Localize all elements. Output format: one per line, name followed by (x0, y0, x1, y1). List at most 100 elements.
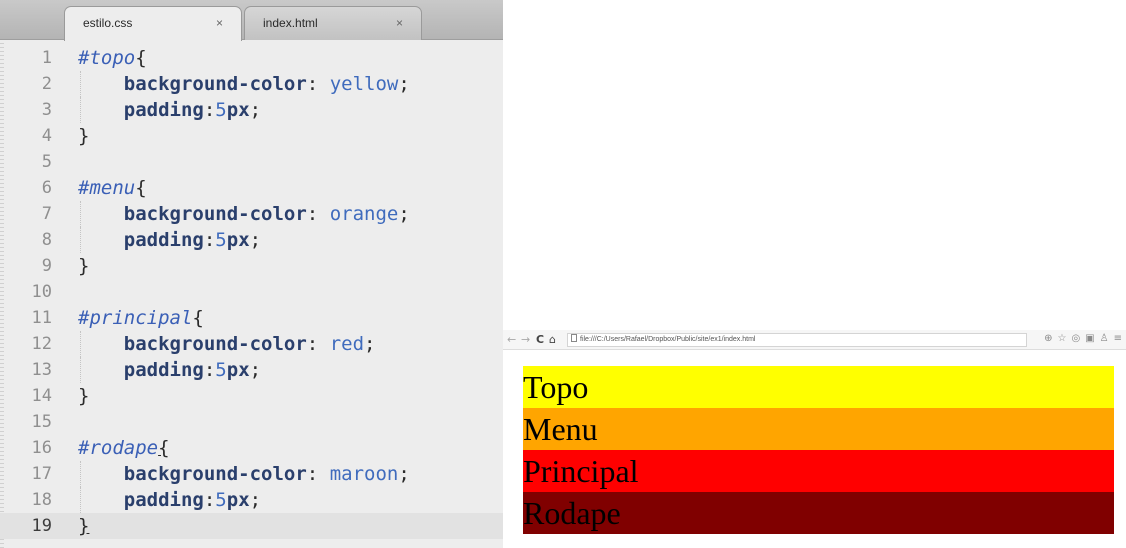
code-line[interactable]: 12 background-color: red; (0, 331, 503, 357)
token-unit: px (226, 489, 250, 511)
home-icon[interactable]: ⌂ (549, 332, 556, 348)
code-line[interactable]: 8 padding:5px; (0, 227, 503, 253)
code-line[interactable]: 16 #rodape{ (0, 435, 503, 461)
code-line[interactable]: 1 #topo{ (0, 45, 503, 71)
line-source: } (78, 123, 89, 149)
code-line[interactable]: 15 (0, 409, 503, 435)
menu-icon[interactable]: ≡ (1114, 333, 1122, 344)
tab-estilo-css[interactable]: estilo.css × (64, 6, 242, 41)
line-source: padding:5px; (78, 97, 261, 123)
code-line[interactable]: 9} (0, 253, 503, 279)
calendar-icon[interactable]: ▣ (1085, 333, 1094, 344)
token-val: orange (329, 203, 399, 225)
token-colon: : (203, 99, 216, 121)
token-brace: { (135, 177, 147, 199)
back-icon[interactable]: ← (507, 332, 516, 348)
line-source: background-color: orange; (78, 201, 410, 227)
token-brace: { (192, 307, 204, 329)
code-line[interactable]: 11 #principal{ (0, 305, 503, 331)
line-number: 14 (31, 386, 52, 406)
close-icon[interactable]: × (396, 16, 403, 30)
star-icon[interactable]: ☆ (1057, 333, 1066, 344)
line-number: 8 (41, 230, 52, 250)
token-num: 5 (215, 229, 227, 251)
token-unit: px (226, 99, 250, 121)
token-prop: padding (123, 99, 204, 121)
tab-bar: estilo.css × index.html × (0, 0, 503, 41)
code-line[interactable]: 6 #menu{ (0, 175, 503, 201)
line-number: 1 (41, 48, 52, 68)
token-val: yellow (329, 73, 399, 95)
reload-icon[interactable]: C (536, 332, 544, 348)
token-colon: ; (398, 203, 410, 225)
token-brace: } (78, 255, 90, 277)
token-colon: ; (364, 333, 376, 355)
line-number: 10 (31, 282, 52, 302)
code-line[interactable]: 4} (0, 123, 503, 149)
tab-index-html[interactable]: index.html × (244, 6, 422, 40)
close-icon[interactable]: × (216, 16, 223, 30)
token-sel: #menu (78, 177, 136, 199)
token-val: red (329, 333, 365, 355)
line-source: } (78, 383, 89, 409)
code-line[interactable]: 19} (0, 513, 503, 539)
code-line[interactable]: 2 background-color: yellow; (0, 71, 503, 97)
token-colon: ; (249, 99, 262, 121)
block-topo: Topo (523, 366, 1114, 408)
line-number: 11 (31, 308, 52, 328)
line-number: 15 (31, 412, 52, 432)
token-val: maroon (329, 463, 399, 485)
token-num: 5 (215, 99, 227, 121)
person-icon[interactable]: ♙ (1100, 333, 1109, 344)
code-line[interactable]: 17 background-color: maroon; (0, 461, 503, 487)
token-colon: ; (249, 229, 262, 251)
extension-icon[interactable]: ◎ (1071, 333, 1080, 344)
block-principal: Principal (523, 450, 1114, 492)
token-colon: : (306, 333, 330, 355)
line-number: 2 (41, 74, 52, 94)
token-prop: background-color (123, 463, 307, 485)
line-number: 17 (31, 464, 52, 484)
code-line[interactable]: 10 (0, 279, 503, 305)
token-sel: #topo (78, 47, 136, 69)
line-source: background-color: yellow; (78, 71, 410, 97)
url-text: file:///C:/Users/Rafael/Dropbox/Public/s… (580, 336, 756, 343)
code-line[interactable]: 14} (0, 383, 503, 409)
line-number: 6 (41, 178, 52, 198)
token-sel: #rodape (78, 437, 159, 459)
code-line[interactable]: 13 padding:5px; (0, 357, 503, 383)
token-colon: : (306, 203, 330, 225)
line-number: 7 (41, 204, 52, 224)
token-unit: px (226, 359, 250, 381)
line-source: background-color: maroon; (78, 461, 410, 487)
code-line[interactable]: 7 background-color: orange; (0, 201, 503, 227)
token-colon: : (306, 463, 330, 485)
zoom-icon[interactable]: ⊕ (1044, 333, 1052, 344)
line-number: 4 (41, 126, 52, 146)
line-source: } (78, 253, 89, 279)
code-area[interactable]: 1 #topo{2 background-color: yellow; 3 padd… (0, 45, 503, 539)
forward-icon[interactable]: → (521, 332, 530, 348)
code-line[interactable]: 5 (0, 149, 503, 175)
token-prop: background-color (123, 203, 307, 225)
page-icon (571, 334, 577, 342)
line-source: } (78, 513, 89, 539)
token-brace: { (135, 47, 147, 69)
line-number: 18 (31, 490, 52, 510)
token-brace: } (78, 125, 90, 147)
address-bar[interactable]: file:///C:/Users/Rafael/Dropbox/Public/s… (567, 333, 1027, 347)
code-line[interactable]: 3 padding:5px; (0, 97, 503, 123)
token-colon: ; (249, 489, 262, 511)
token-brace_u: { (158, 437, 170, 459)
line-source: #topo{ (78, 45, 147, 71)
block-menu: Menu (523, 408, 1114, 450)
token-sel: #principal (78, 307, 193, 329)
line-number: 19 (31, 516, 52, 536)
token-num: 5 (215, 489, 227, 511)
code-editor[interactable]: estilo.css × index.html × 1 #topo{2 backg… (0, 0, 503, 548)
code-line[interactable]: 18 padding:5px; (0, 487, 503, 513)
token-colon: : (203, 359, 216, 381)
